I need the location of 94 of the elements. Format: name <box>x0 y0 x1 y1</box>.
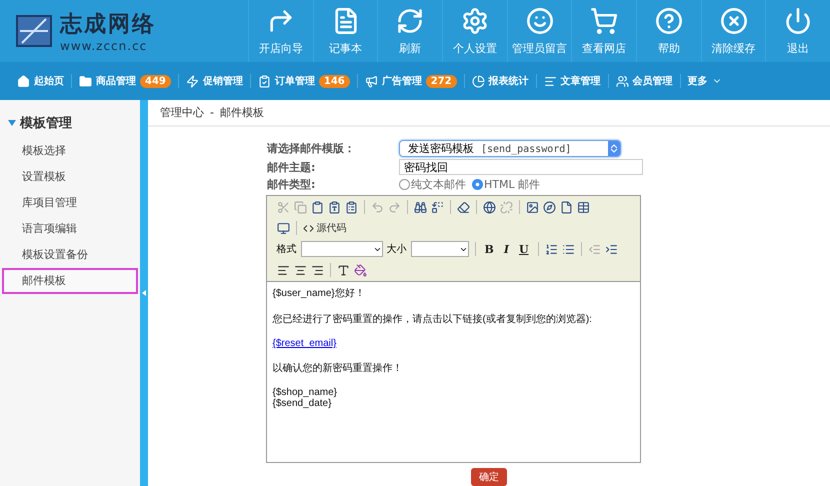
sidebar-item[interactable]: 语言项编辑 <box>2 216 138 242</box>
template-select[interactable]: 发送密码模板 [send_password] <box>399 140 621 157</box>
nav-item[interactable]: 促销管理 <box>178 74 251 88</box>
refresh-icon <box>396 6 424 34</box>
count-badge: 449 <box>140 74 171 88</box>
help-icon <box>654 6 683 34</box>
clipboard-icon <box>258 74 271 88</box>
image-icon[interactable] <box>526 200 538 214</box>
nav-label: 广告管理 <box>382 74 422 88</box>
breadcrumb-text: 管理中心 <box>160 105 204 120</box>
nav-label: 促销管理 <box>202 74 243 88</box>
paste-icon[interactable] <box>310 200 324 214</box>
count-badge: 146 <box>318 74 350 88</box>
nav-label: 会员管理 <box>632 74 673 88</box>
link[interactable]: {$reset_email} <box>272 338 336 349</box>
email-text: {$shop_name} <box>272 387 338 398</box>
paste-text-icon[interactable] <box>328 200 340 214</box>
radio-button[interactable] <box>399 179 410 190</box>
nav-item[interactable]: 报表统计 <box>464 74 537 88</box>
settings-icon <box>460 6 489 34</box>
breadcrumb-text: - <box>210 106 214 119</box>
count-badge: 272 <box>426 74 457 88</box>
eraser-icon[interactable] <box>456 200 470 214</box>
field-label: 请选择邮件模版： <box>267 141 356 156</box>
source-code-button[interactable]: 源代码 <box>302 221 346 235</box>
find-icon[interactable] <box>414 200 426 214</box>
preview-icon[interactable] <box>276 222 290 234</box>
pie-chart-icon <box>472 74 485 88</box>
field-label: 邮件主题: <box>267 160 316 174</box>
logo-url: www.zccn.cc <box>60 39 148 53</box>
email-text: 以确认您的新密码重置操作！ <box>272 363 402 374</box>
sidebar-item[interactable]: 设置模板 <box>2 164 138 190</box>
caret-icon[interactable] <box>8 120 16 126</box>
email-text: 您已经进行了密码重置的操作，请点击以下链接(或者复制到您的浏览器): <box>272 314 592 325</box>
confirm-button[interactable]: 确定 <box>471 468 507 486</box>
replace-icon[interactable] <box>430 200 444 214</box>
source-icon <box>302 222 314 234</box>
indent-icon[interactable] <box>604 242 618 256</box>
nav-label: 文章管理 <box>560 74 601 88</box>
lightning-icon <box>186 74 199 88</box>
nav-label: 报表统计 <box>488 74 529 88</box>
table-icon[interactable] <box>576 200 590 214</box>
nav-item[interactable]: 文章管理 <box>536 74 609 88</box>
lines-icon <box>544 74 557 88</box>
sidebar-item[interactable]: 模板设置备份 <box>2 242 138 268</box>
radio-label: 纯文本邮件 <box>411 177 466 192</box>
nav-item[interactable]: 更多 <box>680 74 729 88</box>
power-icon <box>784 6 812 34</box>
page-icon[interactable] <box>560 200 572 214</box>
background-color-icon[interactable] <box>354 264 366 276</box>
radio-button[interactable] <box>472 179 483 190</box>
nav-label: 订单管理 <box>274 74 315 88</box>
format-label: 格式 <box>276 242 296 256</box>
smiley-icon <box>526 6 554 34</box>
users-icon <box>616 74 629 88</box>
nav-item[interactable]: 订单管理 146 <box>250 74 358 88</box>
nav-item[interactable]: 会员管理 <box>608 74 681 88</box>
subject-field[interactable]: 密码找回 <box>399 159 643 175</box>
email-text: {$send_date} <box>272 398 332 409</box>
nav-label: 更多 <box>688 74 708 88</box>
text-color-icon[interactable] <box>336 264 350 276</box>
size-label: 大小 <box>386 242 406 256</box>
nav-label: 起始页 <box>34 74 64 88</box>
italic-button[interactable]: I <box>500 242 512 256</box>
email-text: {$user_name}您好！ <box>272 288 365 299</box>
align-center-icon[interactable] <box>294 264 306 276</box>
nav-item[interactable]: 广告管理 272 <box>358 74 465 88</box>
sidebar-item[interactable]: 库项目管理 <box>2 190 138 216</box>
home-icon <box>17 74 30 88</box>
bold-button[interactable]: B <box>482 242 497 256</box>
logo-title: 志成网络 <box>60 11 156 39</box>
logo-icon <box>16 13 52 49</box>
sidebar-title: 模板管理 <box>20 115 72 132</box>
field-label: 邮件类型: <box>267 177 316 192</box>
megaphone-icon <box>364 74 378 88</box>
select-arrows-icon <box>611 144 617 153</box>
paste-word-icon[interactable] <box>344 200 358 214</box>
nav-item[interactable]: 商品管理 449 <box>72 74 179 88</box>
cart-icon <box>590 6 618 34</box>
bullet-list-icon[interactable] <box>562 242 575 256</box>
compass-icon[interactable] <box>542 200 556 214</box>
align-left-icon[interactable] <box>276 264 290 276</box>
collapse-handle-icon[interactable] <box>142 290 146 296</box>
sidebar-item[interactable]: 模板选择 <box>2 138 138 164</box>
ordered-list-icon[interactable] <box>544 242 558 256</box>
nav-item[interactable]: 起始页 <box>10 74 72 88</box>
close-icon <box>720 6 748 34</box>
folder-icon <box>79 74 92 88</box>
breadcrumb-text: 邮件模板 <box>220 105 264 120</box>
sidebar-item[interactable]: 邮件模板 <box>2 268 138 294</box>
underline-button[interactable]: U <box>516 242 532 256</box>
nav-label: 商品管理 <box>96 74 136 88</box>
radio-label: HTML 邮件 <box>484 177 540 192</box>
align-right-icon[interactable] <box>310 264 324 276</box>
